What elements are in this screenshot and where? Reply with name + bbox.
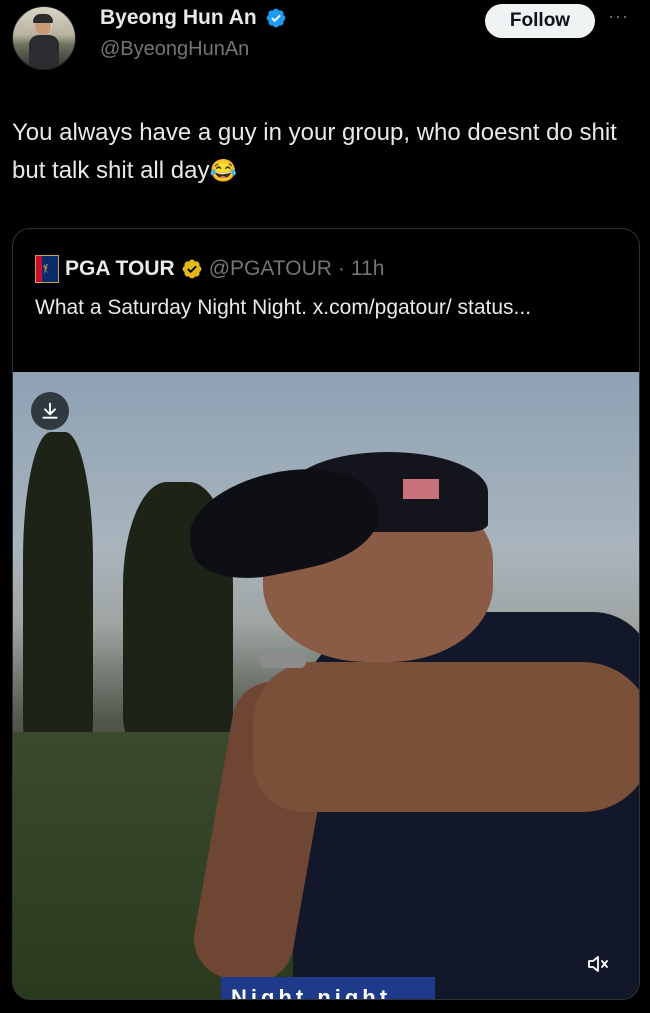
video-caption-text: Night night — [231, 985, 392, 999]
author-avatar[interactable] — [12, 6, 76, 70]
player-watch — [260, 652, 306, 668]
speaker-muted-icon — [588, 956, 608, 972]
video-caption: Night night — [221, 977, 435, 999]
more-options-icon[interactable]: ··· — [608, 6, 629, 27]
tweet-text: You always have a guy in your group, who… — [12, 114, 642, 190]
quoted-timestamp[interactable]: 11h — [351, 257, 384, 281]
quoted-tweet-header: 🏌 PGA TOUR @PGATOUR · 11h — [35, 255, 384, 283]
quoted-separator: · — [337, 257, 345, 280]
quoted-tweet-text: What a Saturday Night Night. x.com/pgato… — [35, 296, 532, 319]
download-button[interactable] — [31, 392, 69, 430]
quoted-display-name[interactable]: PGA TOUR — [65, 257, 175, 281]
mute-button[interactable] — [581, 947, 615, 981]
laughing-emoji-icon: 😂 — [209, 158, 237, 183]
player-arm — [253, 662, 639, 812]
gold-verified-badge-icon — [182, 259, 202, 279]
author-display-name[interactable]: Byeong Hun An — [100, 6, 257, 30]
follow-button[interactable]: Follow — [485, 4, 595, 38]
background-tree — [23, 432, 93, 752]
download-icon — [42, 402, 58, 419]
quoted-handle[interactable]: @PGATOUR — [209, 257, 332, 281]
tweet-body: You always have a guy in your group, who… — [12, 119, 617, 184]
author-name-row[interactable]: Byeong Hun An — [100, 6, 287, 30]
pga-tour-avatar[interactable]: 🏌 — [35, 255, 59, 283]
author-handle[interactable]: @ByeongHunAn — [100, 38, 249, 61]
quoted-video[interactable]: Night night — [13, 372, 639, 999]
verified-badge-icon — [266, 8, 286, 28]
tweet-header: Byeong Hun An @ByeongHunAn Follow ··· — [0, 0, 650, 80]
quoted-tweet-card[interactable]: 🏌 PGA TOUR @PGATOUR · 11h What a Saturda… — [12, 228, 640, 1000]
cap-flag-patch — [403, 479, 439, 499]
